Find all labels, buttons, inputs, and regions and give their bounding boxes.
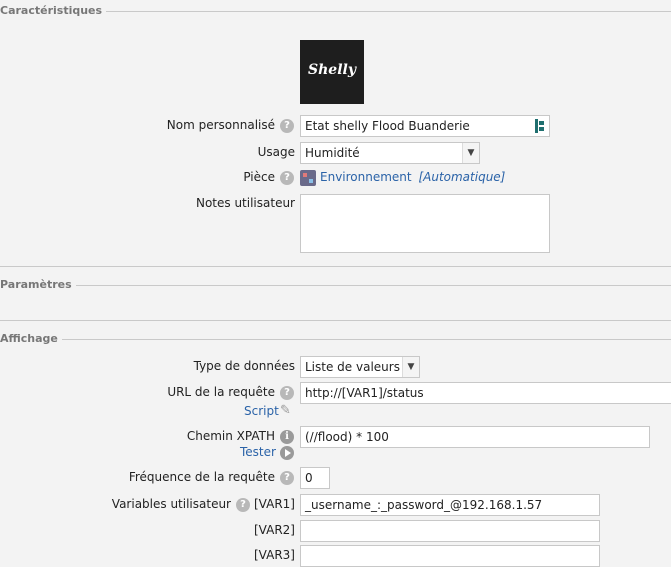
usage-select[interactable]: Humidité ▼	[300, 142, 480, 164]
section-title-display: Affichage	[0, 332, 62, 345]
user-vars-label: Variables utilisateur	[111, 497, 231, 511]
chevron-down-icon: ▼	[402, 357, 419, 377]
var1-label: [VAR1]	[254, 497, 295, 511]
var2-label: [VAR2]	[254, 523, 295, 537]
chevron-down-icon: ▼	[462, 143, 479, 163]
custom-name-label: Nom personnalisé	[166, 118, 275, 132]
data-type-select[interactable]: Liste de valeurs ▼	[300, 356, 420, 378]
help-icon[interactable]: ?	[280, 119, 294, 133]
room-link[interactable]: Environnement [Automatique]	[320, 170, 505, 184]
play-icon[interactable]	[280, 446, 294, 460]
section-divider	[0, 266, 671, 267]
url-label: URL de la requête	[167, 385, 275, 399]
section-title-parameters[interactable]: Paramètres	[0, 278, 76, 291]
frequency-label: Fréquence de la requête	[128, 470, 275, 484]
xpath-input[interactable]: (//flood) * 100	[300, 426, 650, 448]
notes-textarea[interactable]	[300, 194, 550, 253]
custom-name-input[interactable]: Etat shelly Flood Buanderie	[300, 115, 550, 137]
script-link[interactable]: Script	[244, 404, 279, 418]
notes-label: Notes utilisateur	[195, 196, 295, 210]
var3-label: [VAR3]	[254, 548, 295, 562]
help-icon[interactable]: ?	[280, 171, 294, 185]
usage-label: Usage	[257, 145, 295, 159]
test-link[interactable]: Tester	[240, 445, 276, 459]
logo-text: Shelly	[308, 62, 356, 78]
var3-input[interactable]	[300, 545, 600, 567]
device-logo: Shelly	[300, 40, 364, 104]
room-label: Pièce	[243, 170, 275, 184]
help-icon[interactable]: ?	[280, 471, 294, 485]
room-icon	[300, 170, 316, 186]
var2-input[interactable]	[300, 520, 600, 542]
variable-picker-icon[interactable]	[535, 119, 545, 133]
frequency-input[interactable]: 0	[300, 467, 330, 489]
section-divider	[0, 339, 671, 340]
var1-input[interactable]: _username_:_password_@192.168.1.57	[300, 494, 600, 516]
url-input[interactable]: http://[VAR1]/status	[300, 382, 671, 404]
info-icon[interactable]: i	[280, 430, 294, 444]
xpath-label: Chemin XPATH	[186, 429, 275, 443]
help-icon[interactable]: ?	[236, 498, 250, 512]
section-divider	[0, 320, 671, 321]
pencil-icon[interactable]: ✎	[280, 404, 294, 418]
section-divider	[0, 285, 671, 286]
help-icon[interactable]: ?	[280, 386, 294, 400]
data-type-label: Type de données	[193, 359, 295, 373]
section-title-characteristics: Caractéristiques	[0, 4, 107, 17]
